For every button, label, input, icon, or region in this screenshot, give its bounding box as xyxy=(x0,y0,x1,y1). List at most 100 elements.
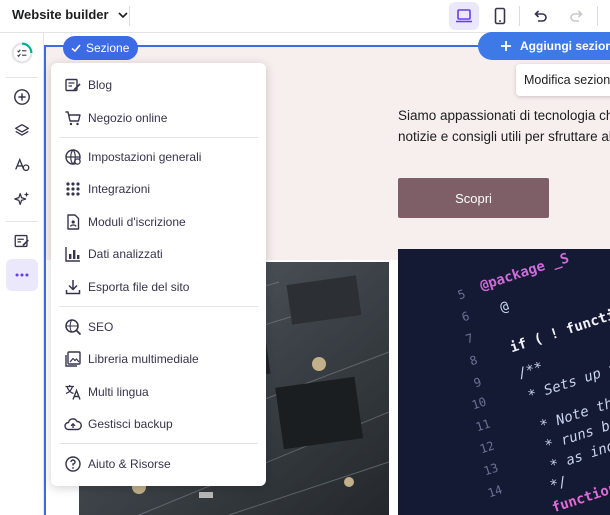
add-icon xyxy=(14,89,30,105)
code-line: @package _S xyxy=(478,250,572,295)
line-number: 11 xyxy=(474,416,493,435)
blog-edit-icon xyxy=(14,234,29,248)
code-line: @ xyxy=(498,298,511,317)
line-number: 9 xyxy=(472,374,484,391)
line-number: 8 xyxy=(468,352,480,369)
menu-item-analytics[interactable]: Dati analizzati xyxy=(51,239,266,269)
menu-item-label: Dati analizzati xyxy=(88,247,163,261)
line-number: 12 xyxy=(478,438,497,457)
top-bar: Website builder xyxy=(0,0,610,33)
menu-item-help[interactable]: Aiuto & Risorse xyxy=(51,449,266,479)
section-outline xyxy=(44,45,46,515)
form-icon xyxy=(64,213,82,231)
code-image[interactable]: @package _S @ if ( ! functi /** * Sets u… xyxy=(398,249,610,515)
bar-chart-icon xyxy=(64,245,82,263)
line-number: 10 xyxy=(470,394,489,413)
more-menu: Blog Negozio online Impostazioni general… xyxy=(51,63,266,486)
image-library-icon xyxy=(64,350,82,368)
help-icon xyxy=(64,455,82,473)
edit-section-label: Modifica sezione xyxy=(524,73,610,87)
ai-sparkle-icon xyxy=(14,191,30,206)
sidebar-item-add[interactable] xyxy=(6,81,38,113)
redo-button[interactable] xyxy=(562,2,592,30)
blog-icon xyxy=(64,76,82,94)
sidebar-item-ai[interactable] xyxy=(6,183,38,215)
section-badge[interactable]: Sezione xyxy=(63,36,139,60)
menu-divider xyxy=(59,443,258,444)
download-icon xyxy=(64,278,82,296)
undo-icon xyxy=(534,10,547,22)
sidebar-item-progress[interactable] xyxy=(6,37,38,69)
plus-icon xyxy=(501,41,511,51)
website-builder-dropdown[interactable]: Website builder xyxy=(12,7,129,22)
line-number: 5 xyxy=(456,286,468,303)
menu-item-integrations[interactable]: Integrazioni xyxy=(51,174,266,204)
phone-icon xyxy=(494,7,506,25)
toolbar-divider xyxy=(129,6,130,26)
menu-item-forms[interactable]: Moduli d'iscrizione xyxy=(51,207,266,237)
menu-item-export[interactable]: Esporta file del sito xyxy=(51,272,266,302)
line-number: 14 xyxy=(486,482,505,501)
sidebar-item-blog[interactable] xyxy=(6,225,38,257)
menu-item-label: Libreria multimediale xyxy=(88,352,199,366)
mobile-view-button[interactable] xyxy=(485,2,515,30)
menu-item-online-store[interactable]: Negozio online xyxy=(51,103,266,133)
sidebar-divider xyxy=(6,221,38,222)
hero-text[interactable]: Siamo appassionati di tecnologia che v n… xyxy=(398,105,610,147)
cart-icon xyxy=(64,109,82,127)
laptop-icon xyxy=(456,9,472,23)
toolbar-divider xyxy=(597,6,598,26)
menu-item-backup[interactable]: Gestisci backup xyxy=(51,409,266,439)
menu-divider xyxy=(59,306,258,307)
sidebar-item-more[interactable] xyxy=(6,259,38,291)
menu-item-label: Esporta file del sito xyxy=(88,280,190,294)
sidebar-item-styles[interactable] xyxy=(6,149,38,181)
menu-item-label: Aiuto & Risorse xyxy=(88,457,171,471)
layers-icon xyxy=(15,124,29,136)
menu-item-seo[interactable]: SEO xyxy=(51,312,266,342)
progress-checklist-icon xyxy=(11,42,33,64)
code-line: if ( ! functi xyxy=(508,307,610,357)
menu-item-label: Integrazioni xyxy=(88,182,151,196)
toolbar-divider xyxy=(519,6,520,26)
code-line: /** xyxy=(516,359,546,383)
globe-settings-icon xyxy=(64,148,82,166)
desktop-view-button[interactable] xyxy=(449,2,479,30)
menu-item-multilanguage[interactable]: Multi lingua xyxy=(51,377,266,407)
menu-item-blog[interactable]: Blog xyxy=(51,70,266,100)
menu-item-label: Multi lingua xyxy=(88,385,149,399)
add-section-button[interactable]: Aggiungi sezione xyxy=(478,32,610,60)
section-badge-label: Sezione xyxy=(86,41,130,55)
hero-line-2: notizie e consigli utili per sfruttare a… xyxy=(398,129,610,144)
styles-icon xyxy=(15,157,30,172)
app-title: Website builder xyxy=(12,7,109,22)
menu-item-media-library[interactable]: Libreria multimediale xyxy=(51,344,266,374)
cta-button[interactable]: Scopri xyxy=(398,178,549,218)
sidebar-item-layers[interactable] xyxy=(6,115,38,147)
menu-item-label: Negozio online xyxy=(88,111,168,125)
sidebar-divider xyxy=(6,77,38,78)
menu-item-label: Impostazioni generali xyxy=(88,150,202,164)
grid-dots-icon xyxy=(64,180,82,198)
code-line: */ xyxy=(548,473,569,495)
menu-item-general-settings[interactable]: Impostazioni generali xyxy=(51,142,266,172)
add-section-label: Aggiungi sezione xyxy=(520,39,610,53)
check-icon xyxy=(71,44,81,53)
menu-item-label: Moduli d'iscrizione xyxy=(88,215,186,229)
menu-divider xyxy=(59,137,258,138)
line-number: 7 xyxy=(464,330,476,347)
hero-line-1: Siamo appassionati di tecnologia che v xyxy=(398,108,610,123)
menu-item-label: Gestisci backup xyxy=(88,417,173,431)
cloud-backup-icon xyxy=(64,415,82,433)
seo-search-icon xyxy=(64,318,82,336)
edit-section-button[interactable]: Modifica sezione xyxy=(516,64,610,96)
more-icon xyxy=(15,273,29,277)
left-sidebar xyxy=(0,33,44,515)
undo-button[interactable] xyxy=(525,2,555,30)
redo-icon xyxy=(570,10,583,22)
chevron-down-icon xyxy=(117,11,128,18)
line-number: 6 xyxy=(460,308,472,325)
line-number: 13 xyxy=(482,460,501,479)
translate-icon xyxy=(64,383,82,401)
menu-item-label: Blog xyxy=(88,78,113,92)
